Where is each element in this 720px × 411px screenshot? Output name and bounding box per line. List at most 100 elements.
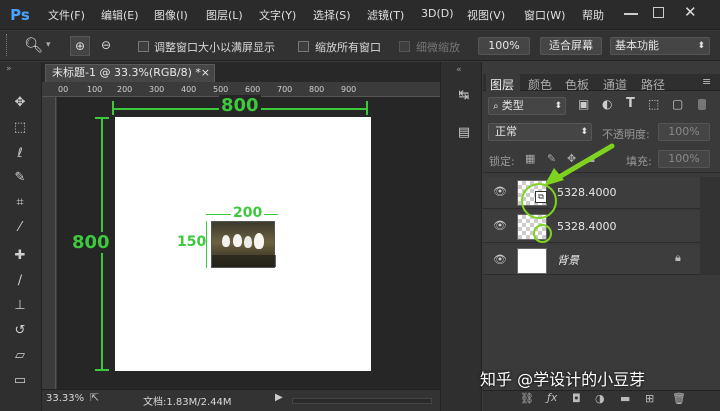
layer-filter-select[interactable]: ⌕ 类型 ⬍ <box>488 97 566 115</box>
tool-preset-chevron-icon[interactable]: ▾ <box>46 40 51 50</box>
link-layers-icon[interactable]: ⛓︎ <box>520 392 534 405</box>
maximize-icon[interactable] <box>653 7 664 18</box>
layer-name[interactable]: 5328.4000 <box>557 220 617 233</box>
blend-mode-select[interactable]: 正常 ⬍ <box>488 123 592 141</box>
filter-type-icon[interactable]: T <box>626 96 635 111</box>
clone-stamp-tool-icon[interactable]: ⊥ <box>8 295 32 317</box>
history-panel-icon[interactable]: ↹ <box>455 88 473 106</box>
opacity-input[interactable]: 100% <box>658 123 710 141</box>
document-tab[interactable]: 未标题-1 @ 33.3%(RGB/8) * × <box>45 64 215 82</box>
quick-select-tool-icon[interactable]: ✎ <box>8 167 32 189</box>
zoom-tool-icon[interactable]: 🔍︎ <box>24 36 43 54</box>
delete-layer-icon[interactable]: 🗑︎ <box>672 392 686 405</box>
image-height-label: 150 <box>177 234 207 250</box>
zoom-level[interactable]: 33.33% <box>46 393 84 404</box>
eraser-tool-icon[interactable]: ▱ <box>8 345 32 367</box>
filter-adjustment-icon[interactable]: ◐ <box>602 97 612 111</box>
ruler-tick-label: 100 <box>87 85 103 94</box>
tab-paths[interactable]: 路径 <box>641 76 665 93</box>
scrubby-checkbox[interactable] <box>399 41 410 52</box>
menu-help[interactable]: 帮助 <box>582 7 604 23</box>
layer-row[interactable]: 👁︎ 5328.4000 <box>483 211 700 243</box>
vertical-ruler <box>42 97 56 389</box>
menu-window[interactable]: 窗口(W) <box>524 7 565 23</box>
callout-arrow-icon <box>544 143 615 186</box>
ruler-tick-label: 400 <box>181 85 197 94</box>
visibility-eye-icon[interactable]: 👁︎ <box>493 253 507 266</box>
document-tab-title: 未标题-1 @ 33.3%(RGB/8) * <box>52 66 201 79</box>
collapse-toolbar-icon[interactable]: » <box>6 64 12 74</box>
fill-value: 100% <box>668 152 700 165</box>
layer-row[interactable]: 👁︎ 背景 🔒︎ <box>483 245 700 275</box>
ruler-tick-label: 900 <box>341 85 357 94</box>
scrubby-label: 细微缩放 <box>416 41 460 54</box>
gradient-tool-icon[interactable]: ▭ <box>8 370 32 392</box>
eyedropper-tool-icon[interactable]: ⁄ <box>8 217 32 239</box>
filter-smart-object-icon[interactable]: ▢ <box>672 97 683 111</box>
minimize-icon[interactable] <box>624 13 638 15</box>
menu-view[interactable]: 视图(V) <box>467 7 505 23</box>
fit-screen-button[interactable]: 适合屏幕 <box>540 37 602 55</box>
fit-window-label: 调整窗口大小以满屏显示 <box>154 41 275 54</box>
height-dimension-tick <box>95 369 109 371</box>
visibility-eye-icon[interactable]: 👁︎ <box>493 185 507 198</box>
ruler-tick-label: 700 <box>277 85 293 94</box>
collapse-dock-icon[interactable]: « <box>456 65 462 75</box>
menu-edit[interactable]: 编辑(E) <box>101 7 139 23</box>
highlight-circle <box>533 224 552 243</box>
close-tab-icon[interactable]: × <box>201 65 210 81</box>
workspace-select[interactable]: 基本功能 ⬍ <box>610 37 710 55</box>
healing-brush-tool-icon[interactable]: ✚ <box>8 245 32 267</box>
placed-image-pelicans[interactable] <box>211 221 276 268</box>
width-dimension-tick <box>366 101 368 115</box>
panel-menu-icon[interactable]: ≡ <box>702 75 711 88</box>
menu-file[interactable]: 文件(F) <box>48 7 85 23</box>
brush-tool-icon[interactable]: ∕ <box>8 270 32 292</box>
menu-image[interactable]: 图像(I) <box>154 7 188 23</box>
filter-toggle-icon[interactable] <box>698 99 706 110</box>
layer-style-icon[interactable]: ƒx <box>547 391 557 404</box>
menu-3d[interactable]: 3D(D) <box>421 7 454 20</box>
add-mask-icon[interactable]: ◘ <box>572 392 581 405</box>
layer-thumbnail <box>517 248 547 274</box>
zoom-out-icon[interactable]: ⊖ <box>96 36 116 56</box>
actual-pixels-button[interactable]: 100% <box>478 37 530 55</box>
properties-panel-icon[interactable]: ▤ <box>455 125 473 143</box>
new-group-icon[interactable]: ▬ <box>620 392 630 405</box>
adjustment-layer-icon[interactable]: ◑ <box>595 392 605 405</box>
lock-transparent-icon[interactable]: ▦ <box>525 152 535 165</box>
tab-swatches[interactable]: 色板 <box>565 76 589 93</box>
menu-layer[interactable]: 图层(L) <box>206 7 243 23</box>
menu-type[interactable]: 文字(Y) <box>259 7 296 23</box>
horizontal-scrollbar[interactable] <box>292 398 432 404</box>
image-width-label: 200 <box>231 205 265 221</box>
tab-layers[interactable]: 图层 <box>490 76 514 93</box>
zoom-all-checkbox[interactable] <box>298 41 309 52</box>
layer-name[interactable]: 背景 <box>557 252 579 268</box>
document-size: 文档:1.83M/2.44M <box>143 397 232 408</box>
tab-color[interactable]: 颜色 <box>528 76 552 93</box>
fill-input[interactable]: 100% <box>658 150 710 168</box>
menu-filter[interactable]: 滤镜(T) <box>367 7 404 23</box>
photoshop-logo: Ps <box>10 6 30 24</box>
filter-shape-icon[interactable]: ⬚ <box>648 97 659 111</box>
fit-window-checkbox[interactable] <box>138 41 149 52</box>
lasso-tool-icon[interactable]: ℓ <box>8 143 32 165</box>
marquee-tool-icon[interactable]: ⬚ <box>8 117 32 139</box>
layer-filter-label: 类型 <box>501 99 524 112</box>
crop-tool-icon[interactable]: ⌗ <box>8 192 32 214</box>
visibility-eye-icon[interactable]: 👁︎ <box>493 219 507 232</box>
panel-dock-strip <box>440 62 482 411</box>
lock-label: 锁定: <box>489 155 515 168</box>
status-menu-arrow-icon[interactable]: ▶ <box>275 392 283 403</box>
menu-select[interactable]: 选择(S) <box>313 7 351 23</box>
new-layer-icon[interactable]: ⊞ <box>645 392 654 405</box>
zoom-in-icon[interactable]: ⊕ <box>70 36 90 56</box>
move-tool-icon[interactable]: ✥ <box>8 92 32 114</box>
filter-pixel-icon[interactable]: ▣ <box>578 97 589 111</box>
history-brush-tool-icon[interactable]: ↺ <box>8 320 32 342</box>
tab-channels[interactable]: 通道 <box>603 76 627 93</box>
close-icon[interactable]: ✕ <box>684 3 697 21</box>
layers-scrollbar[interactable] <box>700 177 720 275</box>
share-icon[interactable]: ⇱ <box>90 391 99 404</box>
